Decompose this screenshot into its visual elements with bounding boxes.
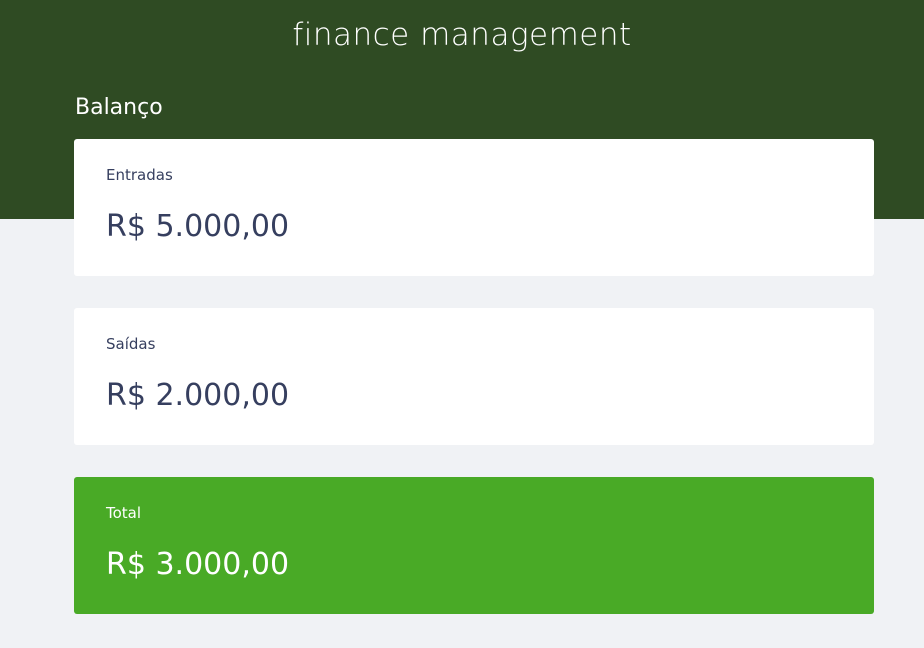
total-value: R$ 3.000,00 [106,547,290,582]
total-card: Total R$ 3.000,00 [74,477,874,614]
income-value: R$ 5.000,00 [106,209,290,244]
income-card: Entradas R$ 5.000,00 [74,139,874,276]
app-logo: finance management [292,17,632,53]
balance-heading: Balanço [75,95,163,120]
expense-value: R$ 2.000,00 [106,378,290,413]
expense-label: Saídas [106,335,156,353]
income-label: Entradas [106,166,173,184]
expense-card: Saídas R$ 2.000,00 [74,308,874,445]
total-label: Total [106,504,142,522]
